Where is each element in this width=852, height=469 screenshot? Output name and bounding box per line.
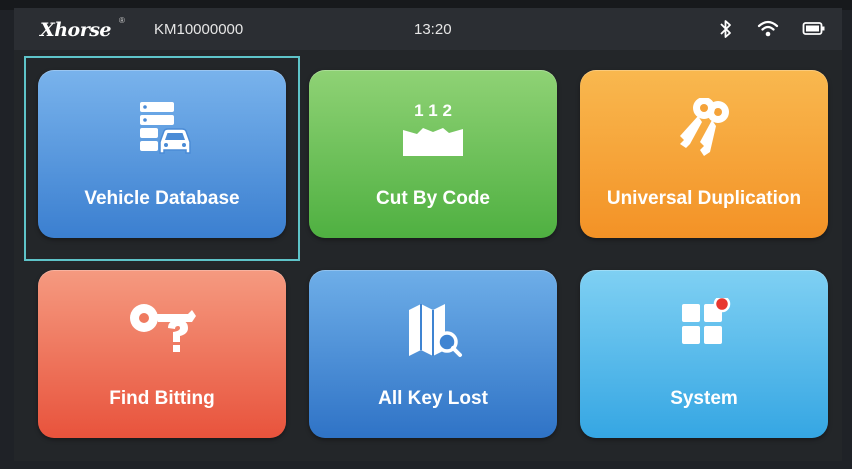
battery-icon — [802, 22, 825, 35]
tile-label: Universal Duplication — [606, 188, 802, 209]
notification-dot — [713, 298, 731, 313]
keys-icon — [680, 98, 729, 156]
vehicle-database-button[interactable]: Vehicle Database — [38, 70, 286, 238]
cut-code-text: 1 1 2 — [414, 101, 452, 120]
find-bitting-button[interactable]: Find Bitting — [38, 270, 286, 438]
tile-label: Vehicle Database — [84, 188, 240, 209]
status-bar: Xhorse ® KM10000000 13:20 — [14, 8, 842, 50]
key-question-icon — [130, 304, 196, 352]
universal-duplication-button[interactable]: Universal Duplication — [580, 70, 828, 238]
clock: 13:20 — [414, 21, 452, 38]
brand-logo: Xhorse — [40, 19, 112, 41]
all-key-lost-button[interactable]: All Key Lost — [309, 270, 557, 438]
vehicle-database-icon — [140, 102, 191, 154]
grid-icon — [682, 298, 731, 344]
tile-label: Cut By Code — [376, 188, 490, 209]
tile-label: All Key Lost — [378, 388, 488, 409]
registered-mark: ® — [119, 16, 125, 25]
system-button[interactable]: System — [580, 270, 828, 438]
bluetooth-icon — [720, 20, 731, 38]
main-menu: Vehicle Database 1 1 2 Cut By Code Unive… — [14, 50, 842, 461]
map-search-icon — [409, 304, 462, 357]
device-serial: KM10000000 — [154, 21, 244, 38]
wifi-icon — [757, 20, 779, 37]
cut-by-code-button[interactable]: 1 1 2 Cut By Code — [309, 70, 557, 238]
tile-label: Find Bitting — [109, 388, 215, 409]
tile-label: System — [670, 388, 738, 409]
cut-by-code-icon: 1 1 2 — [403, 101, 463, 156]
